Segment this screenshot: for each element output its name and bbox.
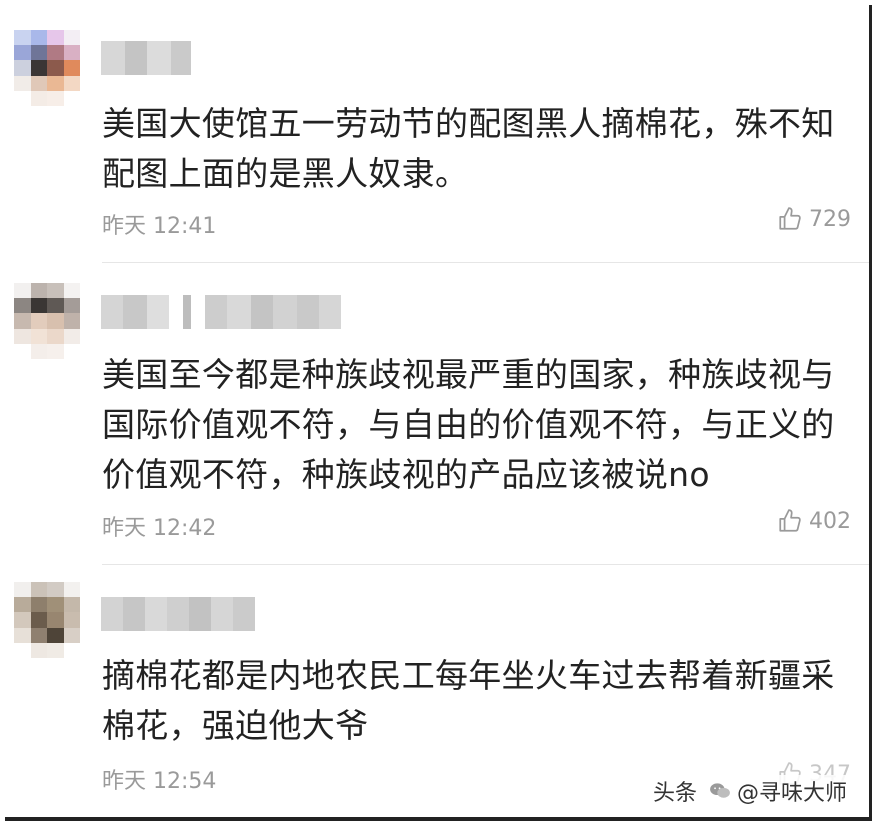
comment-time: 昨天 12:42 bbox=[102, 516, 217, 541]
watermark-account: @寻味大师 bbox=[736, 781, 847, 806]
username-blurred[interactable] bbox=[101, 41, 191, 75]
watermark-account-pill: @寻味大师 bbox=[704, 775, 851, 807]
like-count: 402 bbox=[809, 508, 851, 534]
divider bbox=[102, 262, 869, 263]
avatar[interactable] bbox=[14, 582, 80, 658]
like-button[interactable]: 402 bbox=[777, 508, 851, 534]
comment-text: 美国至今都是种族歧视最严重的国家，种族歧视与国际价值观不符，与自由的价值观不符，… bbox=[102, 355, 835, 494]
like-button[interactable]: 729 bbox=[777, 206, 851, 232]
divider bbox=[102, 564, 869, 565]
username-blurred[interactable] bbox=[101, 597, 255, 631]
comment-time: 昨天 12:41 bbox=[102, 214, 217, 239]
avatar[interactable] bbox=[14, 30, 80, 106]
thumbs-up-icon bbox=[779, 207, 801, 230]
watermark-source: 头条 bbox=[652, 781, 697, 806]
comment-list: 美国大使馆五一劳动节的配图黑人摘棉花，殊不知配图上面的是黑人奴隶。 昨天 12:… bbox=[5, 5, 872, 821]
comment-time: 昨天 12:54 bbox=[102, 769, 217, 794]
comment-text: 美国大使馆五一劳动节的配图黑人摘棉花，殊不知配图上面的是黑人奴隶。 bbox=[102, 104, 835, 193]
thumbs-up-icon bbox=[779, 509, 801, 532]
username-blurred[interactable] bbox=[101, 295, 341, 329]
avatar[interactable] bbox=[14, 283, 80, 359]
wechat-icon bbox=[710, 783, 730, 798]
like-count: 729 bbox=[809, 206, 851, 232]
comment-text: 摘棉花都是内地农民工每年坐火车过去帮着新疆采棉花，强迫他大爷 bbox=[102, 656, 835, 745]
watermark: 头条 @寻味大师 bbox=[653, 775, 851, 807]
